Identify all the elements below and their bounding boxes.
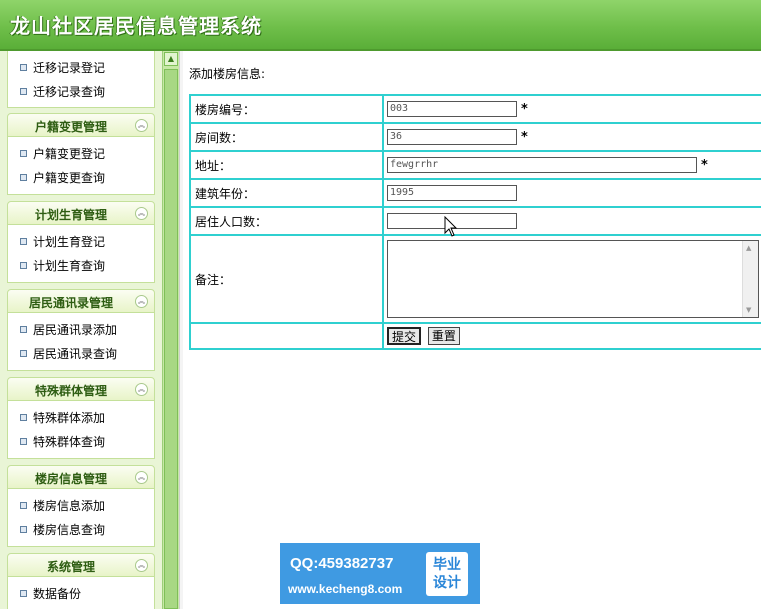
bullet-icon (20, 326, 27, 333)
bullet-icon (20, 526, 27, 533)
app-header: 龙山社区居民信息管理系统 (0, 0, 761, 51)
frame-divider[interactable] (179, 51, 183, 609)
sidebar-item-household-register[interactable]: 户籍变更登记 (8, 142, 154, 166)
app-title: 龙山社区居民信息管理系统 (10, 14, 262, 38)
collapse-icon[interactable]: ︽ (135, 207, 148, 220)
sidebar-group-header[interactable]: 楼房信息管理 ︽ (7, 465, 155, 489)
collapse-icon[interactable]: ︽ (135, 119, 148, 132)
watermark-banner: QQ:459382737 www.kecheng8.com 毕业 设计 (280, 543, 480, 604)
build-year-input[interactable]: 1995 (387, 185, 517, 201)
required-mark: * (701, 157, 708, 173)
bullet-icon (20, 88, 27, 95)
sidebar-item-special-query[interactable]: 特殊群体查询 (8, 430, 154, 454)
sidebar-group-household: 户籍变更管理 ︽ 户籍变更登记 户籍变更查询 (7, 113, 155, 195)
reset-button[interactable]: 重置 (427, 327, 460, 345)
field-label: 建筑年份： (189, 178, 384, 208)
building-number-input[interactable]: 003 (387, 101, 517, 117)
sidebar-group-header[interactable]: 居民通讯录管理 ︽ (7, 289, 155, 313)
collapse-icon[interactable]: ︽ (135, 295, 148, 308)
sidebar-group-header[interactable]: 系统管理 ︽ (7, 553, 155, 577)
scroll-up-icon[interactable]: ▲ (746, 244, 751, 252)
scroll-thumb[interactable] (164, 69, 178, 609)
sidebar-item-migration-query[interactable]: 迁移记录查询 (8, 80, 154, 104)
watermark-badge: 毕业 设计 (426, 552, 468, 596)
sidebar-group-contacts: 居民通讯录管理 ︽ 居民通讯录添加 居民通讯录查询 (7, 289, 155, 371)
bullet-icon (20, 502, 27, 509)
empty-cell (189, 322, 384, 350)
sidebar-item-data-backup[interactable]: 数据备份 (8, 582, 154, 606)
bullet-icon (20, 174, 27, 181)
remarks-textarea[interactable]: ▲ ▼ (387, 240, 759, 318)
bullet-icon (20, 350, 27, 357)
collapse-icon[interactable]: ︽ (135, 471, 148, 484)
submit-button[interactable]: 提交 (387, 327, 422, 345)
bullet-icon (20, 414, 27, 421)
bullet-icon (20, 238, 27, 245)
textarea-scrollbar[interactable]: ▲ ▼ (742, 241, 758, 317)
bullet-icon (20, 262, 27, 269)
watermark-url: www.kecheng8.com (288, 582, 403, 596)
sidebar-scrollbar[interactable]: ▲ (162, 51, 180, 609)
sidebar-group-migration: 迁移记录登记 迁移记录查询 (7, 51, 155, 108)
field-label: 居住人口数： (189, 206, 384, 236)
sidebar-item-household-query[interactable]: 户籍变更查询 (8, 166, 154, 190)
form-caption: 添加楼房信息: (189, 67, 266, 81)
bullet-icon (20, 64, 27, 71)
collapse-icon[interactable]: ︽ (135, 383, 148, 396)
sidebar-group-family-planning: 计划生育管理 ︽ 计划生育登记 计划生育查询 (7, 201, 155, 283)
sidebar: 迁移记录登记 迁移记录查询 户籍变更管理 ︽ 户籍变更登记 户籍变更查询 计划生… (0, 51, 162, 609)
address-input[interactable]: fewgrrhr (387, 157, 697, 173)
bullet-icon (20, 438, 27, 445)
field-label: 房间数： (189, 122, 384, 152)
sidebar-item-family-planning-register[interactable]: 计划生育登记 (8, 230, 154, 254)
field-label: 楼房编号： (189, 94, 384, 124)
sidebar-item-contacts-query[interactable]: 居民通讯录查询 (8, 342, 154, 366)
bullet-icon (20, 590, 27, 597)
collapse-icon[interactable]: ︽ (135, 559, 148, 572)
room-count-input[interactable]: 36 (387, 129, 517, 145)
sidebar-item-building-query[interactable]: 楼房信息查询 (8, 518, 154, 542)
sidebar-group-header[interactable]: 户籍变更管理 ︽ (7, 113, 155, 137)
scroll-down-icon[interactable]: ▼ (746, 306, 751, 314)
field-label: 地址： (189, 150, 384, 180)
required-mark: * (521, 129, 528, 145)
field-label: 备注： (189, 234, 384, 324)
required-mark: * (521, 101, 528, 117)
sidebar-item-building-add[interactable]: 楼房信息添加 (8, 494, 154, 518)
bullet-icon (20, 150, 27, 157)
sidebar-group-header[interactable]: 特殊群体管理 ︽ (7, 377, 155, 401)
sidebar-item-contacts-add[interactable]: 居民通讯录添加 (8, 318, 154, 342)
sidebar-group-system: 系统管理 ︽ 数据备份 (7, 553, 155, 609)
watermark-qq: QQ:459382737 (290, 555, 394, 572)
sidebar-item-family-planning-query[interactable]: 计划生育查询 (8, 254, 154, 278)
sidebar-item-migration-register[interactable]: 迁移记录登记 (8, 56, 154, 80)
scroll-up-icon[interactable]: ▲ (164, 52, 178, 66)
sidebar-item-special-add[interactable]: 特殊群体添加 (8, 406, 154, 430)
building-form: 楼房编号： 003 * 房间数： 36 * 地址： fewgrrhr * 建筑年份： … (189, 94, 761, 350)
sidebar-group-header[interactable]: 计划生育管理 ︽ (7, 201, 155, 225)
sidebar-group-special: 特殊群体管理 ︽ 特殊群体添加 特殊群体查询 (7, 377, 155, 459)
mouse-pointer-icon (444, 216, 458, 237)
sidebar-group-building: 楼房信息管理 ︽ 楼房信息添加 楼房信息查询 (7, 465, 155, 547)
